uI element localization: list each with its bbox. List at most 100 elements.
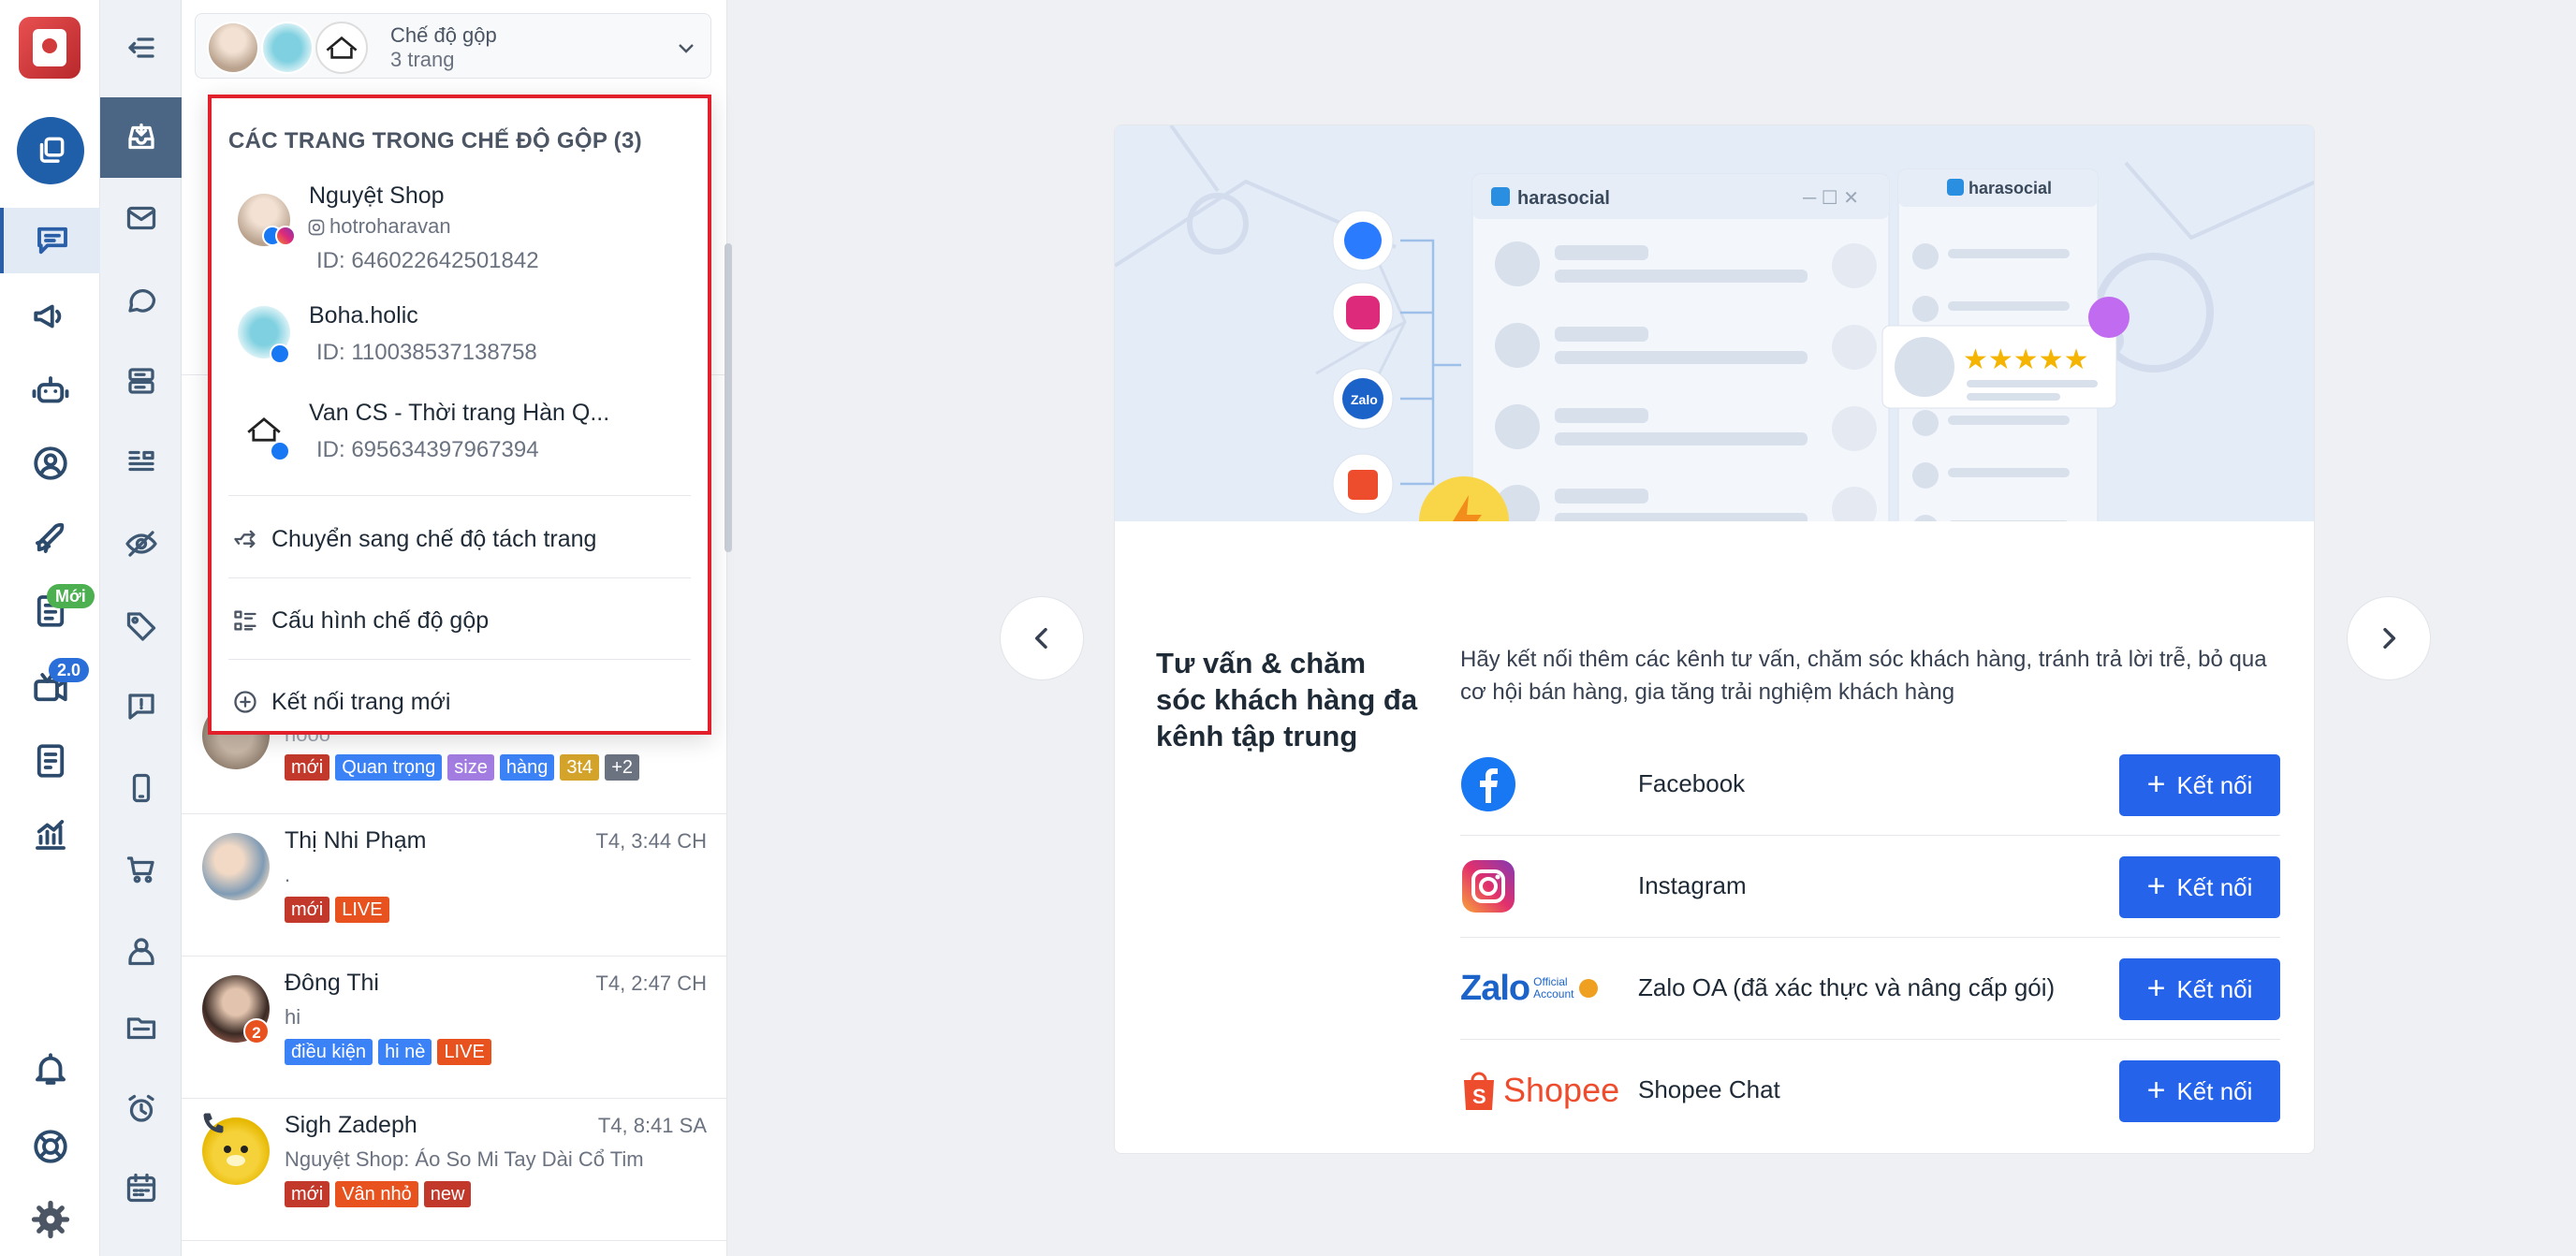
- cart-icon[interactable]: [100, 839, 182, 900]
- more-tags-badge[interactable]: +2: [605, 754, 639, 781]
- tag[interactable]: mới: [285, 897, 330, 923]
- tag[interactable]: hàng: [499, 754, 555, 781]
- page-item-nguyet-shop[interactable]: Nguyệt Shop hotroharavan ID: 64602264250…: [212, 183, 708, 276]
- tag[interactable]: mới: [285, 754, 330, 781]
- hero-brand-2: harasocial: [1969, 179, 2052, 197]
- mobile-phone-icon[interactable]: [100, 757, 182, 819]
- connect-new-label: Kết nối trang mới: [271, 688, 451, 715]
- facebook-icon: [1460, 754, 1516, 814]
- tag[interactable]: Vân nhỏ: [335, 1181, 418, 1207]
- shopee-bag-icon: S: [1464, 1072, 1494, 1110]
- app-logo[interactable]: [19, 17, 80, 79]
- channel-name: Shopee Chat: [1638, 1075, 1780, 1103]
- hero-brand: harasocial: [1517, 188, 1610, 209]
- post-list-icon[interactable]: [100, 431, 182, 493]
- folder-icon[interactable]: [100, 997, 182, 1059]
- svg-text:S: S: [1472, 1085, 1486, 1108]
- hero-illustration: harasocial ─ ☐ ✕ harasocial ★★★★★ Zalo: [1115, 125, 2314, 521]
- conversation-row[interactable]: 2 Đông Thi T4, 2:47 CH hi điều kiện hi n…: [182, 957, 727, 1099]
- rocket-icon[interactable]: [0, 505, 100, 571]
- hero-zalo-label: Zalo: [1351, 392, 1378, 407]
- connect-new-page-button[interactable]: Kết nối trang mới: [232, 679, 450, 725]
- report-chart-icon[interactable]: [0, 802, 100, 868]
- divider: [228, 495, 691, 496]
- connect-zalo-button[interactable]: + Kết nối: [2119, 958, 2280, 1020]
- channel-row-shopee: S Shopee Shopee Chat + Kết nối: [1460, 1040, 2280, 1142]
- tag-list: mới Quan trọng size hàng 3t4 +2: [285, 754, 639, 781]
- plus-icon: +: [2146, 868, 2166, 904]
- tag[interactable]: Quan trọng: [335, 754, 443, 781]
- tag[interactable]: hi nè: [378, 1039, 432, 1065]
- conversation-row[interactable]: Thị Nhi Phạm T4, 3:44 CH . mới LIVE: [182, 814, 727, 957]
- settings-gear-icon[interactable]: [0, 1187, 100, 1252]
- page-id: ID: 646022642501842: [316, 248, 539, 273]
- card-heading: Tư vấn & chăm sóc khách hàng đa kênh tập…: [1156, 647, 1418, 752]
- switch-to-split-mode-button[interactable]: Chuyển sang chế độ tách trang: [232, 516, 596, 562]
- contact-name: Sigh Zadeph: [285, 1112, 417, 1138]
- page-item-boha-holic[interactable]: Boha.holic ID: 110038537138758: [212, 302, 708, 377]
- instagram-icon: [308, 219, 325, 236]
- last-message: Nguyệt Shop: Áo So Mi Tay Dài Cổ Tim: [285, 1147, 644, 1171]
- version-badge: 2.0: [49, 658, 90, 682]
- customer-profile-icon[interactable]: [0, 431, 100, 496]
- page-id: ID: 110038537138758: [316, 340, 537, 365]
- conversations-icon[interactable]: [0, 208, 100, 273]
- support-lifebuoy-icon[interactable]: [0, 1114, 100, 1179]
- dropdown-title: CÁC TRANG TRONG CHẾ ĐỘ GỘP (3): [228, 128, 642, 153]
- secondary-rail: [100, 0, 182, 1256]
- tag[interactable]: mới: [285, 1181, 330, 1207]
- notification-bell-icon[interactable]: [0, 1037, 100, 1103]
- tag-list: mới Vân nhỏ new: [285, 1181, 472, 1207]
- page-avatar-1: [207, 22, 259, 74]
- inbox-icon[interactable]: [100, 97, 182, 178]
- invoice-icon[interactable]: [0, 728, 100, 794]
- mode-page-count: 3 trang: [390, 48, 455, 71]
- tag[interactable]: LIVE: [437, 1039, 491, 1065]
- page-mode-selector[interactable]: Chế độ gộp 3 trang: [195, 13, 711, 79]
- unread-count-badge: 2: [243, 1018, 270, 1044]
- new-badge: Mới: [47, 584, 95, 608]
- carousel-next-button[interactable]: [2347, 596, 2431, 680]
- divider: [228, 659, 691, 660]
- card-list-icon[interactable]: [100, 350, 182, 412]
- collapse-menu-icon[interactable]: [100, 17, 182, 79]
- onboarding-card: harasocial ─ ☐ ✕ harasocial ★★★★★ Zalo T…: [1114, 124, 2315, 1154]
- connect-facebook-button[interactable]: + Kết nối: [2119, 754, 2280, 816]
- chatbot-icon[interactable]: [0, 358, 100, 424]
- primary-rail: Mới 2.0: [0, 0, 100, 1256]
- tag[interactable]: điều kiện: [285, 1039, 373, 1065]
- tag-list: mới LIVE: [285, 897, 389, 923]
- tag-icon[interactable]: [100, 594, 182, 656]
- pages-nav-icon[interactable]: [17, 117, 84, 184]
- facebook-icon: [270, 441, 290, 461]
- conversation-row[interactable]: Sigh Zadeph T4, 8:41 SA Nguyệt Shop: Áo …: [182, 1099, 727, 1241]
- campaign-megaphone-icon[interactable]: [0, 284, 100, 349]
- calendar-icon[interactable]: [100, 1157, 182, 1219]
- tag[interactable]: 3t4: [560, 754, 600, 781]
- tag[interactable]: size: [447, 754, 494, 781]
- mail-icon[interactable]: [100, 187, 182, 249]
- hidden-eye-icon[interactable]: [100, 513, 182, 575]
- shopee-logo-word: Shopee: [1503, 1071, 1620, 1109]
- tag[interactable]: new: [423, 1181, 472, 1207]
- list-scrollbar[interactable]: [724, 243, 732, 552]
- zalo-logo-word: Zalo: [1460, 968, 1530, 1008]
- connect-label: Kết nối: [2176, 770, 2253, 799]
- carousel-prev-button[interactable]: [1000, 596, 1084, 680]
- switch-mode-label: Chuyển sang chế độ tách trang: [271, 525, 597, 552]
- tag-list: điều kiện hi nè LIVE: [285, 1039, 491, 1065]
- page-item-van-cs[interactable]: Van CS - Thời trang Hàn Q... ID: 6956343…: [212, 400, 708, 475]
- alarm-clock-icon[interactable]: [100, 1078, 182, 1140]
- report-message-icon[interactable]: [100, 676, 182, 738]
- switch-arrow-icon: [234, 530, 256, 548]
- customer-icon[interactable]: [100, 920, 182, 982]
- tag[interactable]: LIVE: [335, 897, 389, 923]
- chevron-left-icon: [1034, 627, 1047, 650]
- comment-icon[interactable]: [100, 269, 182, 330]
- connect-instagram-button[interactable]: + Kết nối: [2119, 856, 2280, 918]
- svg-text:─ ☐ ✕: ─ ☐ ✕: [1802, 188, 1859, 209]
- page-handle: hotroharavan: [329, 214, 451, 238]
- connect-shopee-button[interactable]: + Kết nối: [2119, 1060, 2280, 1122]
- configure-merged-mode-button[interactable]: Cấu hình chế độ gộp: [232, 597, 489, 644]
- contact-name: Thị Nhi Phạm: [285, 827, 427, 854]
